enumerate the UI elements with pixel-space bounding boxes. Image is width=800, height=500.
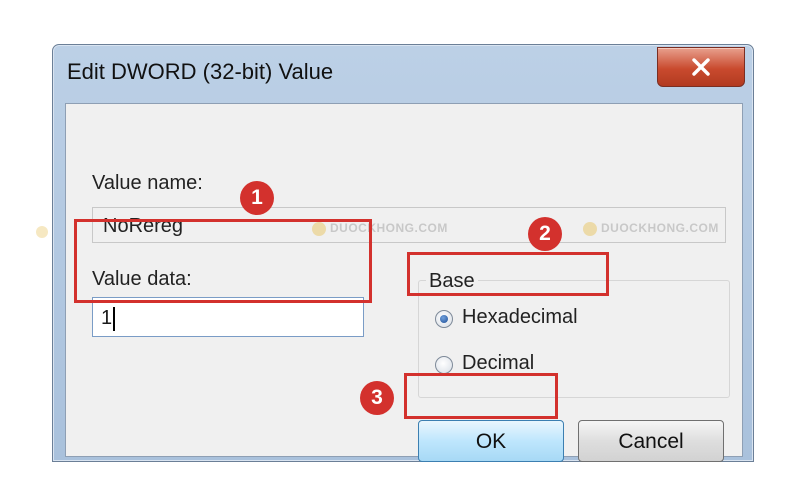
decimal-label[interactable]: Decimal [462,352,534,375]
ok-button[interactable]: OK [418,420,564,462]
close-icon [692,58,710,76]
value-data-highlight [74,219,372,303]
hexadecimal-label[interactable]: Hexadecimal [462,306,578,329]
value-name-label: Value name: [92,172,203,194]
close-button[interactable] [657,47,745,87]
step-marker-2: 2 [528,217,562,251]
cancel-button[interactable]: Cancel [578,420,724,462]
dialog-title: Edit DWORD (32-bit) Value [67,59,334,84]
step-marker-1: 1 [240,181,274,215]
title-bar[interactable]: Edit DWORD (32-bit) Value [53,45,753,101]
watermark-right: DUOCKHONG.COM [583,221,719,236]
watermark-logo-icon [36,226,48,238]
value-data-input[interactable]: 1 [92,297,364,337]
decimal-radio[interactable] [435,356,453,374]
value-data-text: 1 [101,307,113,329]
step-marker-3: 3 [360,381,394,415]
text-caret [113,306,116,331]
watermark-logo-icon [583,221,597,236]
ok-highlight [404,373,558,419]
hexadecimal-radio[interactable] [435,310,453,328]
hexadecimal-highlight [407,252,609,296]
